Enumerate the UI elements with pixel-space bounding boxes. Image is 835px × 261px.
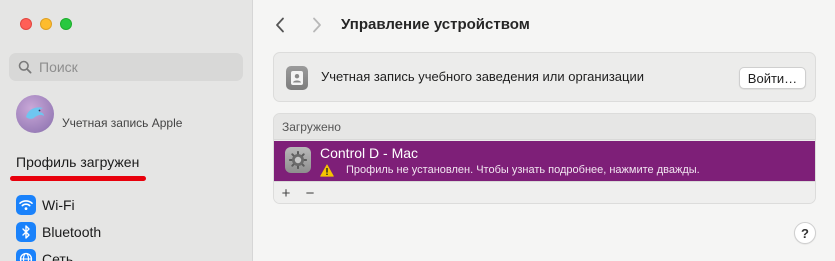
sign-in-button[interactable]: Войти…	[739, 67, 806, 89]
profile-name: Control D - Mac	[320, 145, 419, 161]
chevron-right-icon	[313, 17, 321, 33]
org-account-card: Учетная запись учебного заведения или ор…	[273, 52, 816, 102]
list-footer: + −	[274, 181, 815, 203]
profile-status: Профиль не установлен. Чтобы узнать подр…	[346, 164, 700, 176]
network-icon	[16, 249, 36, 261]
profiles-list: Загружено Control D - Mac Профиль не уст…	[273, 113, 816, 204]
annotation-text: Профиль загружен	[16, 154, 140, 170]
search-icon	[18, 60, 32, 74]
sidebar: Поиск Учетная запись Apple Профиль загру…	[0, 0, 253, 261]
search-field[interactable]: Поиск	[9, 53, 243, 81]
dolphin-icon	[26, 107, 44, 119]
settings-window: Поиск Учетная запись Apple Профиль загру…	[0, 0, 835, 261]
sidebar-item-label: Wi-Fi	[42, 197, 75, 213]
apple-account[interactable]	[16, 95, 54, 133]
help-button[interactable]: ?	[794, 222, 816, 244]
search-placeholder: Поиск	[39, 59, 78, 75]
profile-row[interactable]: Control D - Mac Профиль не установлен. Ч…	[274, 141, 815, 181]
apple-account-label: Учетная запись Apple	[62, 116, 183, 130]
close-window-button[interactable]	[20, 18, 32, 30]
sidebar-item-label: Сеть	[42, 251, 74, 261]
list-header: Загружено	[274, 114, 815, 140]
annotation-underline	[10, 176, 146, 181]
wifi-icon	[16, 195, 36, 215]
add-profile-button[interactable]: +	[277, 184, 295, 202]
page-title: Управление устройством	[341, 16, 530, 33]
remove-profile-button[interactable]: −	[301, 184, 319, 202]
bluetooth-icon	[16, 222, 36, 242]
chevron-left-icon	[276, 17, 284, 33]
back-button[interactable]	[270, 14, 290, 36]
sidebar-item-network[interactable]: Сеть	[16, 248, 73, 261]
gear-icon	[285, 147, 311, 173]
list-header-label: Загружено	[282, 120, 341, 134]
avatar	[16, 95, 54, 133]
warning-icon	[320, 164, 334, 177]
sidebar-item-label: Bluetooth	[42, 224, 102, 240]
id-badge-icon	[286, 66, 308, 90]
sidebar-item-wifi[interactable]: Wi-Fi	[16, 194, 75, 216]
zoom-window-button[interactable]	[60, 18, 72, 30]
sidebar-item-bluetooth[interactable]: Bluetooth	[16, 221, 101, 243]
forward-button[interactable]	[307, 14, 327, 36]
org-account-label: Учетная запись учебного заведения или ор…	[321, 69, 645, 84]
minimize-window-button[interactable]	[40, 18, 52, 30]
